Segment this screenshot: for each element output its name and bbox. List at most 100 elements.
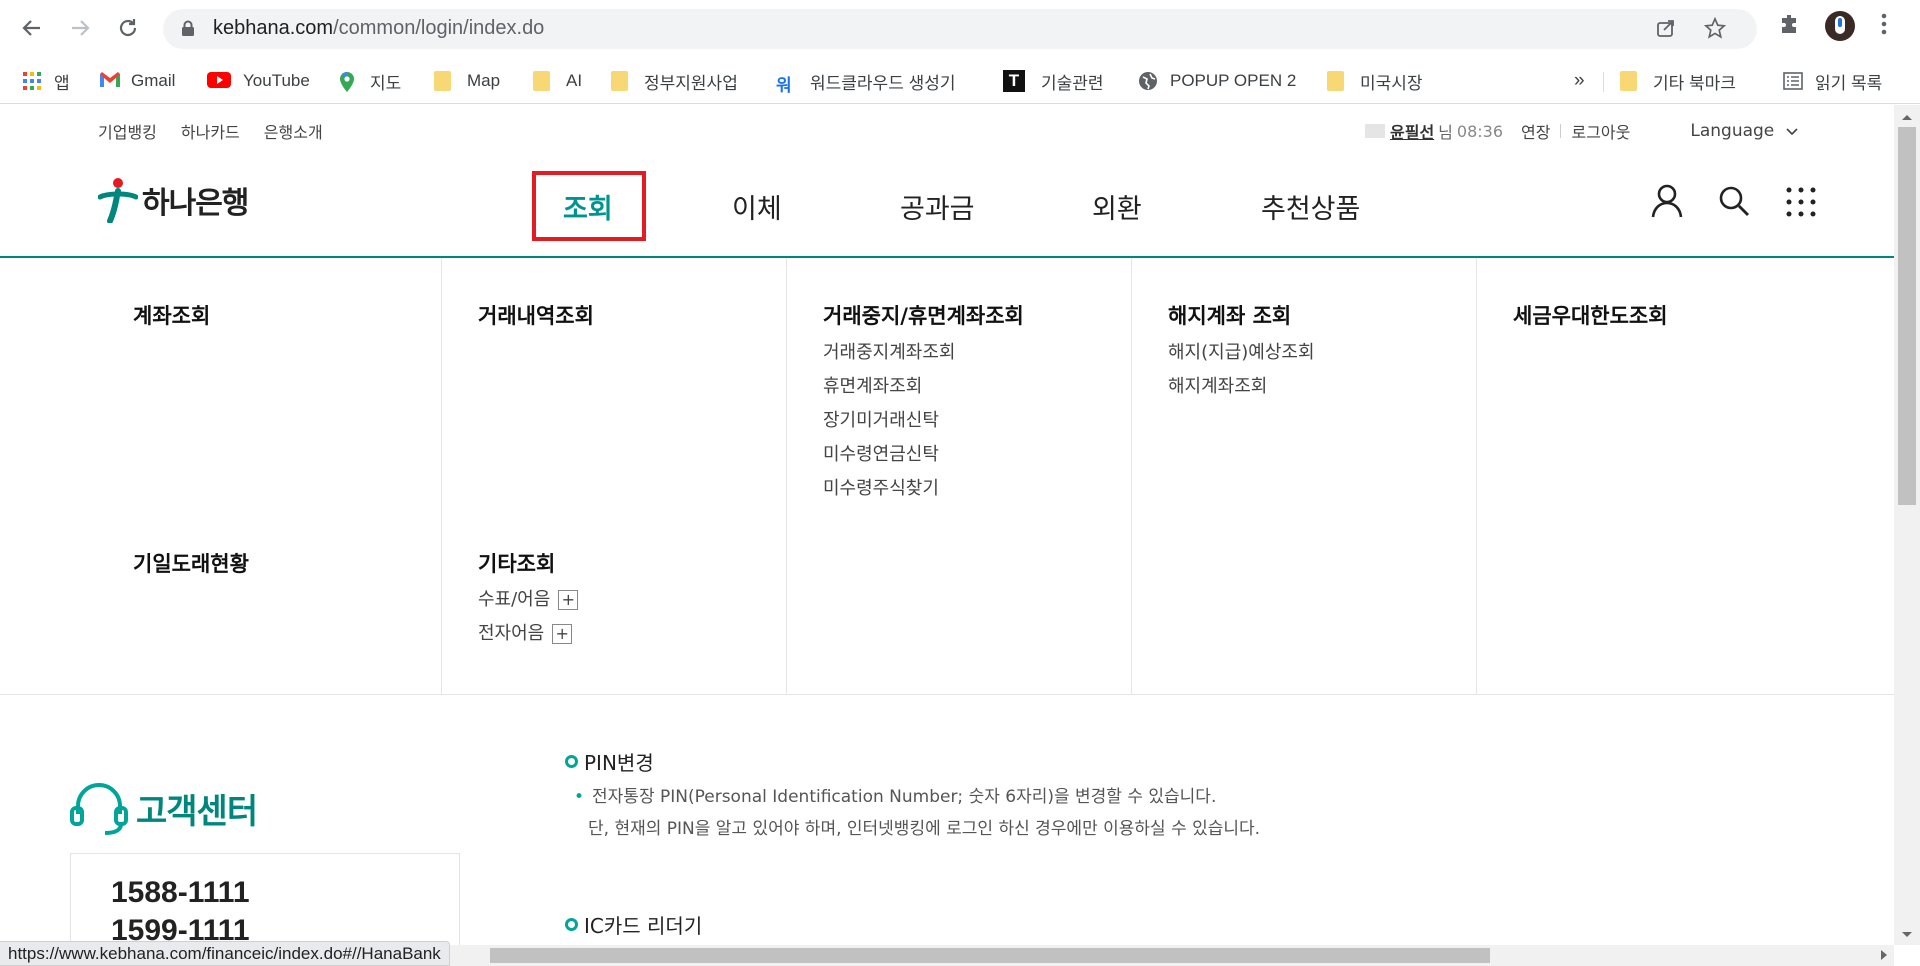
youtube-icon (207, 71, 231, 91)
gnb-utility-bills[interactable]: 공과금 (900, 187, 975, 226)
menu-sub-item[interactable]: 미수령주식찾기 (823, 474, 939, 500)
menu-sub-item[interactable]: 해지계좌조회 (1168, 372, 1267, 398)
reload-icon[interactable] (110, 10, 146, 46)
menu-other-inquiry[interactable]: 기타조회 (478, 548, 555, 578)
url-text: kebhana.com/common/login/index.do (213, 17, 545, 39)
language-select[interactable]: Language (1690, 121, 1798, 141)
menu-maturity-status[interactable]: 기일도래현황 (133, 548, 249, 578)
menu-sub-item[interactable]: 해지(지급)예상조회 (1168, 338, 1315, 364)
pin-change-desc: • 전자통장 PIN(Personal Identification Number… (574, 787, 1261, 839)
hana-bank-logo[interactable]: 하나은행 (98, 177, 249, 223)
util-link-corporate[interactable]: 기업뱅킹 (98, 119, 157, 143)
status-url-bar: https://www.kebhana.com/financeic/index.… (0, 941, 450, 966)
logo-text: 하나은행 (142, 186, 249, 221)
reading-list-button[interactable]: 읽기 목록 (1783, 66, 1882, 96)
apps-grid-icon (22, 71, 42, 91)
profile-avatar-icon[interactable] (1824, 10, 1856, 46)
util-divider (1560, 124, 1562, 138)
menu-kebab-icon[interactable] (1880, 12, 1888, 40)
star-icon[interactable] (1703, 16, 1728, 41)
gnb-transfer[interactable]: 이체 (732, 187, 782, 226)
scroll-down-icon[interactable] (1901, 931, 1913, 939)
lock-icon (181, 20, 195, 41)
highlight-box (532, 171, 646, 241)
bookmarks-divider (1603, 72, 1604, 92)
menu-tax-preference[interactable]: 세금우대한도조회 (1513, 300, 1668, 330)
session-timer: 08:36 (1456, 121, 1504, 141)
scroll-up-icon[interactable] (1901, 113, 1913, 121)
reading-list-icon (1783, 71, 1803, 91)
gnb-foreign-exchange[interactable]: 외환 (1092, 187, 1142, 226)
customer-center-label: 고객센터 (136, 791, 258, 832)
folder-icon (1620, 71, 1637, 91)
chevron-down-icon (1786, 128, 1798, 136)
column-divider (1131, 258, 1132, 695)
headset-icon (70, 783, 128, 835)
forward-icon[interactable] (62, 10, 98, 46)
util-link-about[interactable]: 은행소개 (264, 119, 323, 143)
search-icon[interactable] (1718, 185, 1750, 221)
user-name: 윤필선 (1390, 123, 1435, 142)
bookmark-ai-folder[interactable]: AI (533, 66, 582, 96)
bullet-ring-icon (565, 918, 578, 931)
pin-change-title: PIN변경 (565, 747, 654, 776)
maps-pin-icon (338, 71, 358, 92)
folder-icon (1327, 71, 1344, 91)
word-icon: 워 (776, 76, 792, 95)
menu-check-bill[interactable]: 수표/어음 + (478, 585, 579, 611)
bookmark-popup[interactable]: POPUP OPEN 2 (1138, 66, 1296, 96)
column-divider (441, 258, 442, 695)
mega-menu: 계좌조회 기일도래현황 거래내역조회 기타조회 수표/어음 + 전자어음 + 거래중… (0, 258, 1894, 695)
t-icon: T (1003, 70, 1025, 92)
menu-electronic-bill[interactable]: 전자어음 + (478, 619, 573, 645)
bullet-ring-icon (565, 755, 578, 768)
bookmark-tech[interactable]: T 기술관련 (1003, 66, 1104, 96)
extend-session-button[interactable]: 연장 (1521, 119, 1550, 143)
menu-account-inquiry[interactable]: 계좌조회 (133, 300, 210, 330)
bookmarks-bar: 앱 Gmail YouTube 지도 Map AI 정부지원사업 워 워드클라우드… (0, 58, 1920, 104)
back-icon[interactable] (14, 10, 50, 46)
vertical-scroll-thumb[interactable] (1898, 127, 1916, 505)
bookmark-maps[interactable]: 지도 (338, 66, 401, 96)
logout-button[interactable]: 로그아웃 (1571, 119, 1630, 143)
bookmark-youtube[interactable]: YouTube (207, 66, 310, 96)
utility-nav-right: 윤필선 님 08:36 연장 로그아웃 Language (1365, 119, 1798, 143)
address-bar[interactable]: kebhana.com/common/login/index.do (163, 9, 1757, 49)
all-menu-grid-icon[interactable] (1786, 187, 1816, 221)
customer-center-title: 고객센터 (70, 780, 258, 836)
folder-icon (434, 71, 451, 91)
menu-sub-item[interactable]: 미수령연금신탁 (823, 440, 939, 466)
vertical-scrollbar[interactable] (1894, 105, 1920, 945)
web-page: 기업뱅킹 하나카드 은행소개 윤필선 님 08:36 연장 로그아웃 Langu… (0, 105, 1894, 945)
user-icon[interactable] (1650, 183, 1684, 223)
menu-sub-item[interactable]: 거래중지계좌조회 (823, 338, 955, 364)
expand-plus-icon[interactable]: + (552, 624, 573, 644)
expand-plus-icon[interactable]: + (558, 590, 579, 610)
util-link-hanacard[interactable]: 하나카드 (181, 119, 240, 143)
horizontal-scroll-thumb[interactable] (490, 948, 1490, 963)
bookmark-us-market-folder[interactable]: 미국시장 (1327, 66, 1423, 96)
bookmark-apps[interactable]: 앱 (22, 66, 70, 96)
bookmark-wordcloud[interactable]: 워 워드클라우드 생성기 (776, 66, 955, 96)
menu-transaction-history[interactable]: 거래내역조회 (478, 300, 594, 330)
column-divider (786, 258, 787, 695)
extensions-icon[interactable] (1778, 12, 1802, 40)
folder-icon (533, 71, 550, 91)
scroll-right-icon[interactable] (1880, 949, 1888, 961)
menu-sub-item[interactable]: 장기미거래신탁 (823, 406, 939, 432)
bookmark-gov-folder[interactable]: 정부지원사업 (611, 66, 738, 96)
column-divider (1476, 258, 1477, 695)
user-suffix: 님 (1438, 123, 1453, 142)
hana-logo-icon (98, 178, 138, 223)
share-icon[interactable] (1655, 17, 1679, 41)
menu-sub-item[interactable]: 휴면계좌조회 (823, 372, 922, 398)
bookmark-map-folder[interactable]: Map (434, 66, 500, 96)
gmail-icon (99, 71, 120, 91)
menu-closed-account[interactable]: 해지계좌 조회 (1168, 300, 1291, 330)
menu-suspended-dormant[interactable]: 거래중지/휴면계좌조회 (823, 300, 1024, 330)
bookmark-gmail[interactable]: Gmail (99, 66, 175, 96)
gnb-recommended[interactable]: 추천상품 (1261, 187, 1360, 226)
bullet-dot-icon: • (574, 787, 585, 807)
bookmark-other-folder[interactable]: 기타 북마크 (1620, 66, 1736, 96)
bookmarks-overflow-button[interactable]: » (1574, 66, 1585, 96)
